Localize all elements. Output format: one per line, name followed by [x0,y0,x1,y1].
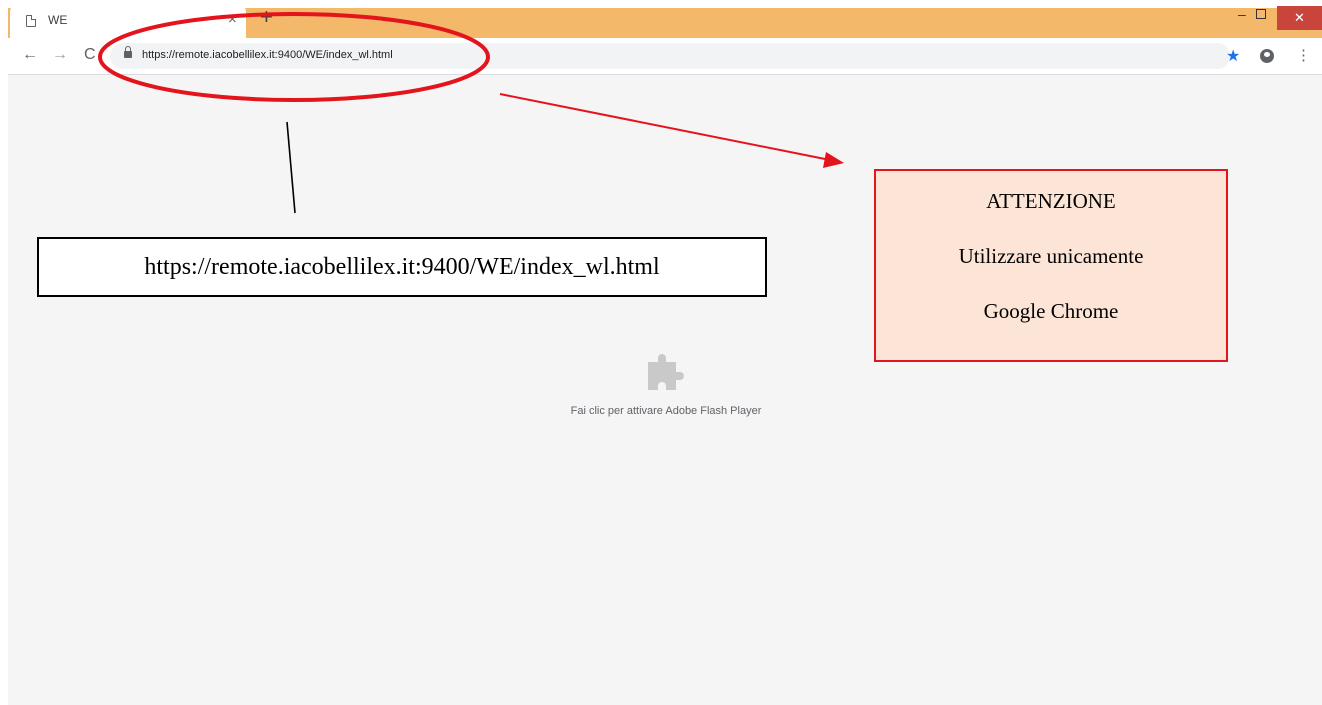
warning-arrow-line [499,93,831,161]
warning-title: ATTENZIONE [986,189,1116,213]
callout-connector-line [286,121,296,214]
url-callout-box: https://remote.iacobellilex.it:9400/WE/i… [37,237,767,297]
warning-arrowhead [823,152,844,168]
warning-box: ATTENZIONE Utilizzare unicamente Google … [874,169,1228,362]
warning-line-1: Utilizzare unicamente [958,244,1144,268]
warning-line-2: Google Chrome [983,299,1119,323]
url-highlight-ellipse [98,12,490,102]
